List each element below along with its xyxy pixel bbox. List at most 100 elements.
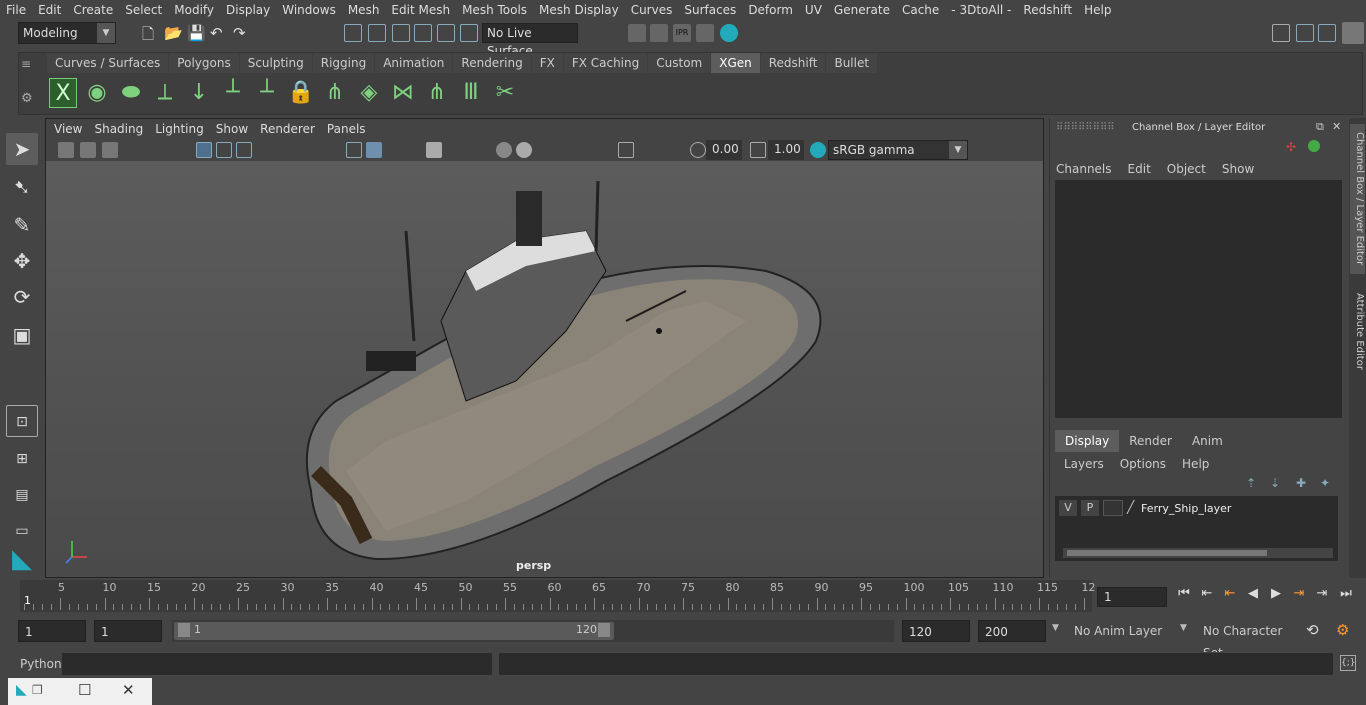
select-component-icon[interactable] [392, 24, 410, 42]
attribute-editor-icon[interactable] [1296, 24, 1314, 42]
lasso-tool-icon[interactable]: ➷ [6, 171, 38, 203]
tab-display[interactable]: Display [1055, 430, 1120, 452]
step-forward-icon[interactable]: ⇥ [1310, 582, 1334, 606]
manipulator-icon[interactable]: ✣ [1286, 140, 1296, 154]
menu-mesh-display[interactable]: Mesh Display [533, 0, 625, 20]
shelf-tab-xgen[interactable]: XGen [711, 53, 760, 73]
color-space-dropdown[interactable]: sRGB gamma ▼ [828, 140, 968, 160]
chevron-down-icon[interactable]: ▼ [1180, 623, 1187, 633]
auto-key-icon[interactable]: ⟲ [1306, 621, 1319, 639]
new-layer-selected-icon[interactable]: ✦ [1320, 476, 1330, 490]
side-tab-channel-box[interactable]: Channel Box / Layer Editor [1350, 124, 1365, 274]
channel-menu-show[interactable]: Show [1222, 162, 1254, 176]
step-back-key-icon[interactable]: ⇤ [1218, 582, 1242, 606]
menu-deform[interactable]: Deform [742, 0, 799, 20]
xgen-cut-icon[interactable]: ✂ [491, 78, 519, 108]
snap-curve-icon[interactable] [437, 24, 455, 42]
new-layer-icon[interactable]: ✚ [1296, 476, 1306, 490]
move-layer-down-icon[interactable]: ⇣ [1270, 476, 1280, 490]
film-gate-icon[interactable] [216, 142, 232, 158]
menu-generate[interactable]: Generate [828, 0, 896, 20]
menu-help[interactable]: Help [1078, 0, 1117, 20]
range-end-grip[interactable] [598, 623, 610, 637]
camera-attr-icon[interactable] [80, 142, 96, 158]
shelf-tab-sculpting[interactable]: Sculpting [239, 53, 312, 73]
maximize-icon[interactable]: ☐ [78, 681, 91, 699]
menu-file[interactable]: File [0, 0, 32, 20]
layer-row[interactable]: V P ╱ Ferry_Ship_layer [1059, 499, 1231, 517]
save-scene-icon[interactable]: 💾 [187, 24, 206, 42]
wireframe-icon[interactable] [346, 142, 362, 158]
menu-mesh-tools[interactable]: Mesh Tools [456, 0, 533, 20]
select-tool-icon[interactable]: ➤ [6, 133, 38, 165]
anim-layer-dropdown[interactable]: No Anim Layer [1068, 620, 1174, 642]
menu-create[interactable]: Create [67, 0, 119, 20]
xgen-add-guide-icon[interactable]: ┴ [219, 78, 247, 108]
scrollbar-thumb[interactable] [1067, 550, 1267, 556]
ipr-render-icon[interactable]: IPR [673, 24, 691, 42]
tool-settings-icon[interactable] [1318, 24, 1336, 42]
render-settings-icon[interactable] [696, 24, 714, 42]
restore-icon[interactable]: ❐ [32, 683, 43, 697]
hypershade-icon[interactable] [720, 24, 738, 42]
move-layer-up-icon[interactable]: ⇡ [1246, 476, 1256, 490]
live-surface-field[interactable]: No Live Surface [482, 23, 578, 58]
menu-cache[interactable]: Cache [896, 0, 945, 20]
workspace-icon[interactable] [1272, 24, 1290, 42]
side-tab-attribute-editor[interactable]: Attribute Editor [1350, 286, 1365, 376]
channel-menu-channels[interactable]: Channels [1056, 162, 1112, 176]
layer-name[interactable]: Ferry_Ship_layer [1141, 502, 1231, 515]
menu-mesh[interactable]: Mesh [342, 0, 386, 20]
viewport-menu-renderer[interactable]: Renderer [254, 119, 321, 139]
layer-playback-toggle[interactable]: P [1081, 500, 1099, 516]
paint-select-icon[interactable]: ✎ [6, 209, 38, 241]
xgen-guide-move-icon[interactable]: ↓ [185, 78, 213, 108]
go-to-start-icon[interactable]: ⏮ [1172, 582, 1196, 606]
horizontal-scrollbar[interactable] [1063, 548, 1333, 558]
xgen-guide-add-icon[interactable]: ⟂ [151, 78, 179, 108]
menu-surfaces[interactable]: Surfaces [678, 0, 742, 20]
script-language-label[interactable]: Python [20, 657, 62, 671]
channel-menu-edit[interactable]: Edit [1128, 162, 1151, 176]
menu-curves[interactable]: Curves [625, 0, 679, 20]
xgen-lock-icon[interactable]: 🔒 [287, 78, 315, 108]
four-view-icon[interactable]: ⊞ [6, 443, 38, 475]
viewport-menu-show[interactable]: Show [210, 119, 254, 139]
range-start-grip[interactable] [178, 623, 190, 637]
shelf-menu-icon[interactable]: ≡ [21, 57, 31, 71]
exposure-field[interactable]: 0.00 [706, 140, 742, 160]
layer-type-toggle[interactable] [1103, 500, 1123, 516]
play-backward-icon[interactable]: ◀ [1241, 582, 1265, 606]
playback-prefs-icon[interactable]: ⚙ [1336, 621, 1349, 639]
select-object-icon[interactable] [368, 24, 386, 42]
shadows-icon[interactable] [496, 142, 512, 158]
chevron-down-icon[interactable]: ▼ [1052, 623, 1059, 633]
xray-icon[interactable] [426, 142, 442, 158]
viewport-menu-panels[interactable]: Panels [321, 119, 372, 139]
single-view-icon[interactable]: ⊡ [6, 405, 38, 437]
snap-grid-icon[interactable] [414, 24, 432, 42]
xgen-editor-icon[interactable]: X [49, 78, 77, 108]
drag-handle[interactable]: ⠿⠿⠿⠿⠿⠿⠿⠿ [1056, 122, 1115, 133]
color-management-icon[interactable] [810, 142, 826, 158]
range-slider[interactable]: 1 120 [172, 620, 894, 642]
layer-color-icon[interactable]: ╱ [1127, 500, 1141, 516]
shelf-tab-rendering[interactable]: Rendering [453, 53, 531, 73]
isolate-select-icon[interactable] [618, 142, 634, 158]
playback-end-field[interactable]: 120 [902, 620, 970, 642]
menu-uv[interactable]: UV [799, 0, 828, 20]
shelf-tab-fx[interactable]: FX [531, 53, 563, 73]
time-ruler[interactable]: 1 5 10 15 20 25 30 35 40 45 50 55 60 65 70 75 80 85 90 95 1… [20, 580, 1096, 612]
xgen-comb-icon[interactable]: ⋔ [321, 78, 349, 108]
grid-icon[interactable] [196, 142, 212, 158]
xgen-grid-icon[interactable]: ◈ [355, 78, 383, 108]
animation-end-field[interactable]: 200 [978, 620, 1046, 642]
script-editor-icon[interactable]: {;} [1340, 655, 1356, 671]
camera-icon[interactable] [58, 142, 74, 158]
tab-anim[interactable]: Anim [1182, 430, 1233, 452]
open-scene-icon[interactable]: 📂 [164, 24, 183, 42]
gamma-field[interactable]: 1.00 [768, 140, 804, 160]
current-frame-field[interactable]: 1 [1097, 587, 1167, 607]
ambient-occlusion-icon[interactable] [516, 142, 532, 158]
go-to-end-icon[interactable]: ⏭ [1334, 582, 1358, 606]
